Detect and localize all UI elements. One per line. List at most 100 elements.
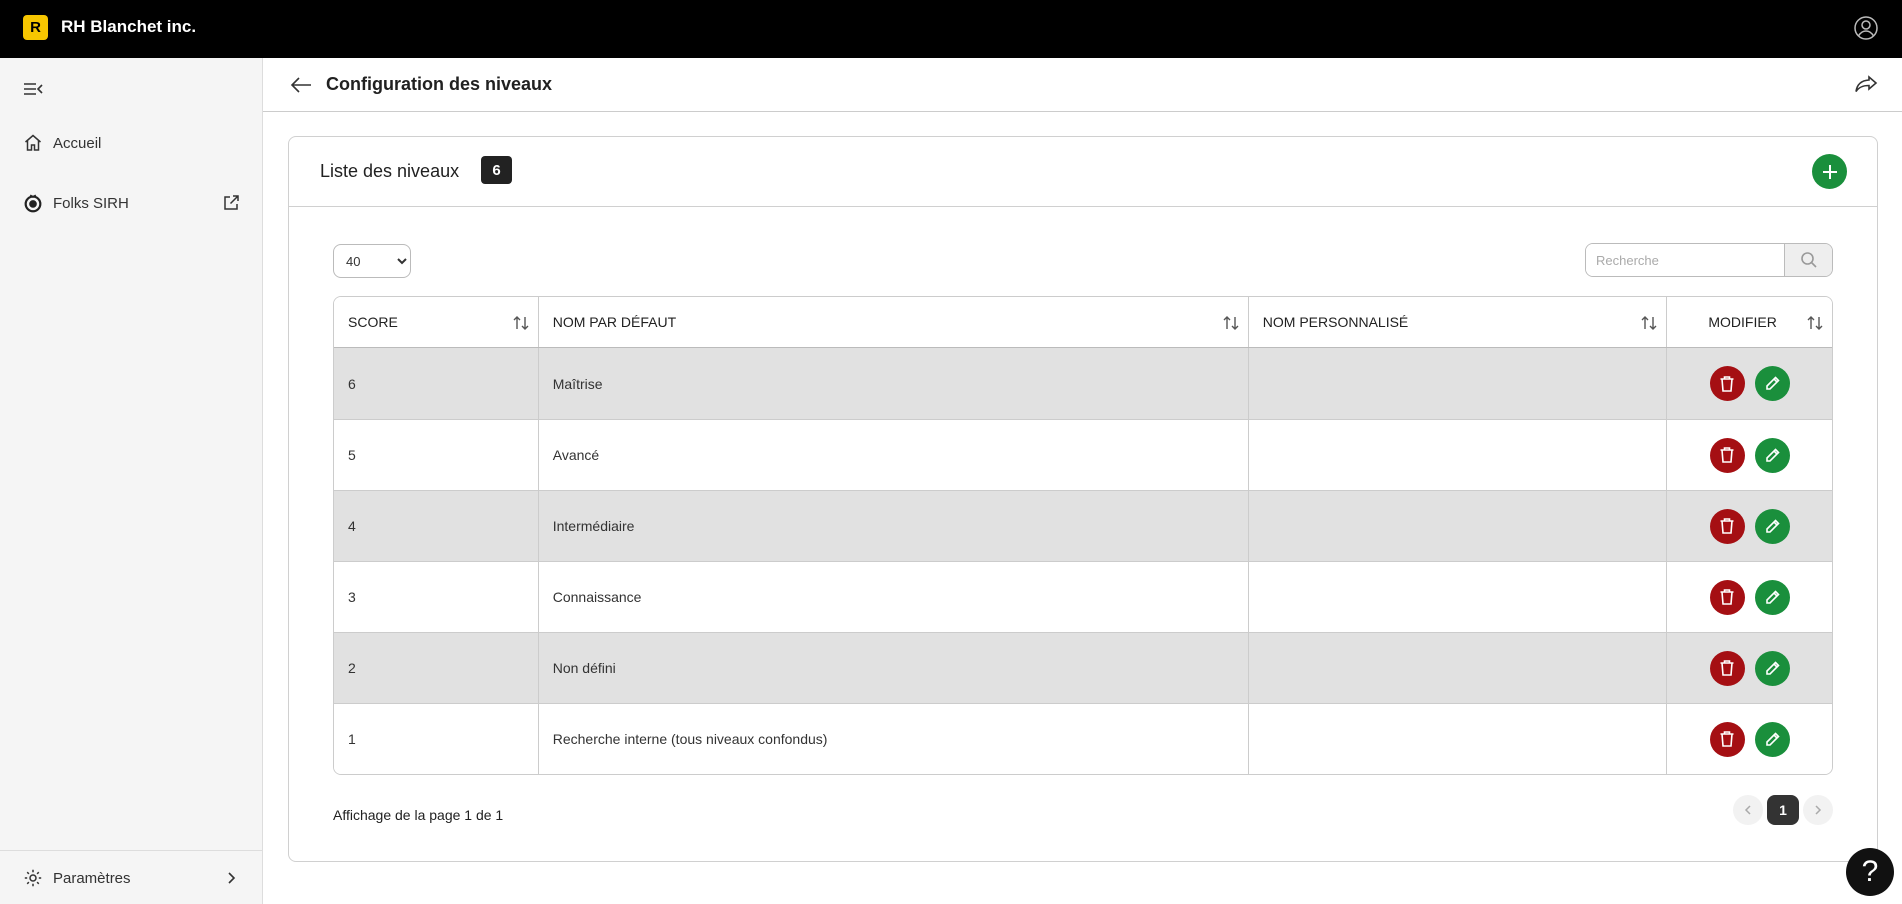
column-header-custom-name[interactable]: NOM PERSONNALISÉ (1249, 297, 1668, 347)
delete-button[interactable] (1709, 508, 1745, 544)
default-name-cell: Connaissance (539, 562, 1249, 632)
plus-icon (1822, 164, 1837, 179)
sidebar-item-label: Paramètres (53, 869, 131, 887)
trash-icon (1720, 589, 1734, 605)
sidebar-item-accueil[interactable]: Accueil (0, 123, 262, 163)
sort-icon[interactable] (1806, 314, 1824, 332)
sort-icon[interactable] (1222, 314, 1240, 332)
default-name-cell: Non défini (539, 633, 1249, 703)
collapse-menu-icon[interactable] (22, 78, 44, 100)
help-button[interactable]: ? (1846, 848, 1894, 896)
default-name-cell: Maîtrise (539, 348, 1249, 419)
table-row: 6 Maîtrise (334, 348, 1832, 419)
delete-button[interactable] (1709, 437, 1745, 473)
share-icon[interactable] (1850, 70, 1880, 100)
actions-cell (1667, 704, 1832, 774)
custom-name-cell (1249, 491, 1668, 561)
levels-card: Liste des niveaux 6 10 20 40 SCORE (288, 136, 1878, 862)
column-header-default-name[interactable]: NOM PAR DÉFAUT (539, 297, 1249, 347)
pencil-icon (1765, 731, 1780, 746)
page-number-button[interactable]: 1 (1767, 795, 1799, 825)
external-link-icon (224, 195, 239, 210)
table-row: 2 Non défini (334, 632, 1832, 703)
custom-name-cell (1249, 704, 1668, 774)
pencil-icon (1765, 376, 1780, 390)
sidebar: Accueil Folks SIRH Paramètres (0, 58, 263, 904)
pencil-icon (1765, 660, 1780, 675)
back-arrow-icon[interactable] (287, 71, 315, 99)
logo-badge: R (23, 15, 48, 40)
column-header-label: NOM PERSONNALISÉ (1262, 314, 1409, 330)
score-cell: 1 (334, 704, 539, 774)
card-title: Liste des niveaux (320, 161, 460, 181)
home-icon (22, 132, 44, 154)
search-input[interactable] (1586, 244, 1785, 276)
sidebar-item-parametres[interactable]: Paramètres (0, 858, 262, 898)
gear-icon (22, 867, 44, 889)
sidebar-item-label: Accueil (53, 134, 102, 152)
default-name-cell: Intermédiaire (539, 491, 1249, 561)
trash-icon (1720, 375, 1734, 392)
edit-button[interactable] (1754, 508, 1790, 544)
table-row: 3 Connaissance (334, 561, 1832, 632)
add-level-button[interactable] (1812, 154, 1847, 189)
card-header: Liste des niveaux 6 (289, 137, 1877, 207)
table-row: 1 Recherche interne (tous niveaux confond… (334, 703, 1832, 774)
search-icon (1800, 252, 1817, 268)
delete-button[interactable] (1709, 721, 1745, 757)
score-cell: 5 (334, 420, 539, 490)
next-page-button[interactable] (1803, 795, 1833, 825)
edit-button[interactable] (1754, 366, 1790, 401)
column-header-label: NOM PAR DÉFAUT (552, 314, 677, 330)
pencil-icon (1765, 589, 1780, 604)
sort-icon[interactable] (512, 314, 530, 332)
trash-icon (1720, 518, 1734, 534)
page-header: Configuration des niveaux (263, 58, 1902, 112)
chevron-left-icon (1744, 805, 1751, 815)
score-cell: 3 (334, 562, 539, 632)
edit-button[interactable] (1754, 721, 1790, 757)
trash-icon (1720, 660, 1734, 676)
column-header-label: SCORE (348, 314, 398, 330)
pencil-icon (1765, 447, 1780, 462)
custom-name-cell (1249, 420, 1668, 490)
actions-cell (1667, 348, 1832, 419)
table-row: 4 Intermédiaire (334, 490, 1832, 561)
sidebar-item-folks-sirh[interactable]: Folks SIRH (0, 183, 262, 223)
edit-button[interactable] (1754, 579, 1790, 615)
default-name-cell: Recherche interne (tous niveaux confondu… (539, 704, 1249, 774)
score-cell: 4 (334, 491, 539, 561)
delete-button[interactable] (1709, 579, 1745, 615)
column-header-label: MODIFIER (1708, 314, 1777, 330)
actions-cell (1667, 633, 1832, 703)
actions-cell (1667, 491, 1832, 561)
actions-cell (1667, 562, 1832, 632)
default-name-cell: Avancé (539, 420, 1249, 490)
folks-icon (22, 192, 44, 214)
chevron-right-icon (228, 872, 236, 884)
table-body: 6 Maîtrise 5 Avancé 4 Intermédiaire 3 Connaissa… (334, 348, 1832, 774)
count-badge: 6 (481, 156, 512, 184)
per-page-select[interactable]: 10 20 40 (333, 244, 411, 278)
sort-icon[interactable] (1640, 314, 1658, 332)
search-button[interactable] (1784, 244, 1832, 276)
actions-cell (1667, 420, 1832, 490)
custom-name-cell (1249, 562, 1668, 632)
column-header-score[interactable]: SCORE (334, 297, 539, 347)
score-cell: 6 (334, 348, 539, 419)
edit-button[interactable] (1754, 437, 1790, 473)
pagination-summary: Affichage de la page 1 de 1 (333, 807, 504, 823)
app-title: RH Blanchet inc. (61, 17, 197, 36)
page-title: Configuration des niveaux (326, 74, 553, 94)
search-box (1585, 243, 1833, 277)
delete-button[interactable] (1709, 366, 1745, 401)
column-header-modifier[interactable]: MODIFIER (1667, 297, 1832, 347)
trash-icon (1720, 731, 1734, 747)
user-account-icon[interactable] (1852, 14, 1880, 42)
pencil-icon (1765, 518, 1780, 533)
delete-button[interactable] (1709, 650, 1745, 686)
custom-name-cell (1249, 348, 1668, 419)
previous-page-button[interactable] (1733, 795, 1763, 825)
pagination: 1 (1733, 795, 1833, 825)
edit-button[interactable] (1754, 650, 1790, 686)
